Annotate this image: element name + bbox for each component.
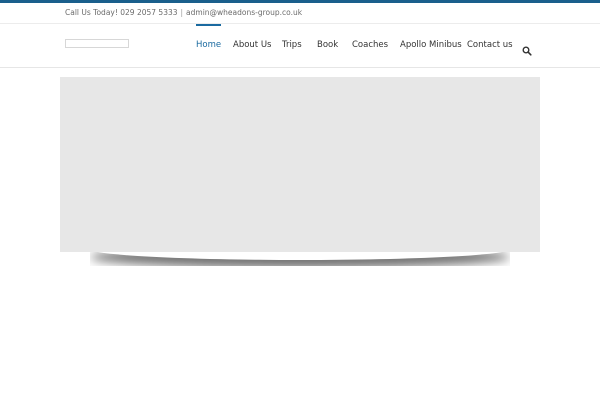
nav-item-coaches[interactable]: Coaches bbox=[352, 24, 388, 67]
nav-item-apollo-minibus[interactable]: Apollo Minibus bbox=[400, 24, 462, 67]
contact-info: Call Us Today! 029 2057 5333 | admin@whead… bbox=[65, 8, 302, 18]
top-contact-bar: Call Us Today! 029 2057 5333 | admin@whead… bbox=[0, 3, 600, 24]
hero-slider bbox=[60, 77, 540, 252]
search-icon[interactable] bbox=[522, 41, 532, 56]
nav-item-home[interactable]: Home bbox=[196, 24, 222, 67]
slider-shadow bbox=[90, 252, 510, 266]
nav-item-book[interactable]: Book bbox=[317, 24, 338, 67]
site-header: Home About Us Trips Book Coaches Apollo … bbox=[0, 24, 600, 68]
nav-item-contact-us[interactable]: Contact us bbox=[467, 24, 513, 67]
contact-separator: | bbox=[180, 8, 184, 17]
phone-text: Call Us Today! 029 2057 5333 bbox=[65, 8, 178, 17]
page: Call Us Today! 029 2057 5333 | admin@whead… bbox=[0, 0, 600, 400]
nav-item-about-us[interactable]: About Us bbox=[233, 24, 271, 67]
email-link[interactable]: admin@wheadons-group.co.uk bbox=[186, 8, 302, 17]
main-nav: Home About Us Trips Book Coaches Apollo … bbox=[0, 24, 600, 67]
nav-item-trips[interactable]: Trips bbox=[282, 24, 302, 67]
